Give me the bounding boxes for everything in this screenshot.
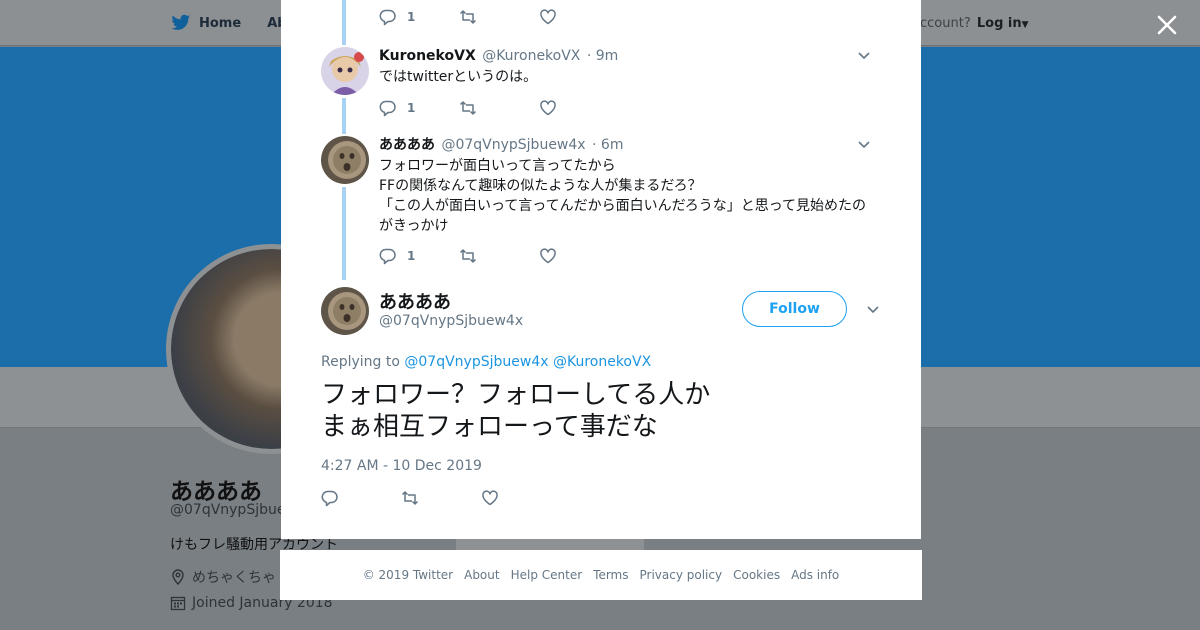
reply-count: 1	[407, 101, 416, 115]
reply-header: KuronekoVX @KuronekoVX · 9m	[379, 47, 879, 65]
retweet-button[interactable]	[459, 99, 539, 117]
tweet-actions: 1	[379, 246, 879, 266]
profile-location: めちゃくちゃ	[170, 567, 276, 587]
mention-link[interactable]: @KuronekoVX	[553, 354, 651, 370]
like-icon	[482, 490, 498, 506]
tweet-text: ではtwitterというのは。	[379, 67, 879, 87]
account-prompt: ccount? Log in▼	[920, 16, 1029, 31]
chevron-down-icon[interactable]	[857, 140, 871, 150]
footer-link-cookies[interactable]: Cookies	[733, 568, 780, 582]
like-icon	[540, 100, 556, 116]
reply-body: KuronekoVX @KuronekoVX · 9m ではtwitterという…	[379, 47, 879, 118]
user-name[interactable]: ああああ	[379, 288, 451, 314]
reply-icon	[379, 248, 396, 265]
like-button[interactable]	[539, 99, 619, 117]
retweet-icon	[401, 491, 419, 505]
user-name[interactable]: ああああ	[379, 137, 435, 153]
replying-to-label: Replying to	[321, 354, 400, 370]
twitter-bird-icon[interactable]	[171, 14, 191, 32]
like-icon	[540, 248, 556, 264]
reply-tweet[interactable]: KuronekoVX @KuronekoVX · 9m ではtwitterという…	[321, 47, 881, 127]
tweet-actions: 1	[379, 98, 879, 118]
tweet-text-line: がきっかけ	[379, 218, 449, 234]
calendar-icon	[170, 596, 186, 611]
follow-button[interactable]: Follow	[742, 291, 847, 327]
tweet-actions: 1	[379, 7, 619, 27]
user-handle[interactable]: @07qVnypSjbuew4x	[379, 313, 523, 329]
avatar[interactable]	[321, 136, 369, 184]
footer-link-help-center[interactable]: Help Center	[511, 568, 583, 582]
tweet-text-line: ではtwitterというのは。	[379, 69, 538, 85]
background-nav: Home Abo	[171, 14, 296, 32]
profile-location-text: めちゃくちゃ	[192, 570, 276, 586]
chevron-down-icon: ▼	[1021, 20, 1029, 30]
location-icon	[172, 569, 184, 585]
user-handle[interactable]: @KuronekoVX	[482, 48, 580, 64]
footer-link-ads-info[interactable]: Ads info	[791, 568, 839, 582]
tweet-text: フォロワーが面白いって言ってたから FFの関係なんて趣味の似たような人が集まるだ…	[379, 156, 879, 236]
reply-count: 1	[407, 10, 416, 24]
retweet-icon	[459, 249, 477, 263]
reply-count: 1	[407, 249, 416, 263]
profile-name: ああああ	[170, 479, 262, 505]
avatar[interactable]	[321, 287, 369, 335]
reply-button[interactable]	[321, 489, 401, 507]
reply-button[interactable]: 1	[379, 247, 459, 265]
reply-icon	[379, 100, 396, 117]
tweet-text-line: まぁ相互フォローって事だな	[321, 412, 658, 442]
reply-body: ああああ @07qVnypSjbuew4x · 6m フォロワーが面白いって言っ…	[379, 136, 879, 266]
modal-footer: © 2019 Twitter About Help Center Terms P…	[280, 550, 922, 600]
retweet-button[interactable]	[401, 489, 481, 507]
retweet-button[interactable]	[459, 8, 539, 26]
main-tweet-text: フォロワー？フォローしてる人か まぁ相互フォローって事だな	[321, 379, 710, 443]
like-button[interactable]	[539, 8, 619, 26]
tweet-text-line: フォロワーが面白いって言ってたから	[379, 158, 616, 174]
reply-tweet[interactable]: ああああ @07qVnypSjbuew4x · 6m フォロワーが面白いって言っ…	[321, 136, 881, 276]
tweet-time[interactable]: · 9m	[587, 48, 618, 64]
tweet-text-line: FFの関係なんて趣味の似たような人が集まるだろ？	[379, 178, 702, 194]
tweet-timestamp[interactable]: 4:27 AM - 10 Dec 2019	[321, 458, 482, 474]
reply-button[interactable]: 1	[379, 8, 459, 26]
avatar[interactable]	[321, 47, 369, 95]
tweet-actions	[321, 489, 561, 507]
replying-to: Replying to @07qVnypSjbuew4x @KuronekoVX	[321, 354, 651, 370]
reply-button[interactable]: 1	[379, 99, 459, 117]
tweet-time[interactable]: · 6m	[592, 137, 623, 153]
retweet-button[interactable]	[459, 247, 539, 265]
reply-icon	[321, 490, 338, 507]
chevron-down-icon[interactable]	[866, 305, 880, 315]
retweet-icon	[459, 101, 477, 115]
close-icon[interactable]	[1152, 10, 1182, 40]
retweet-icon	[459, 10, 477, 24]
login-link[interactable]: Log in	[977, 16, 1022, 31]
user-handle[interactable]: @07qVnypSjbuew4x	[441, 137, 585, 153]
like-button[interactable]	[539, 247, 619, 265]
reply-header: ああああ @07qVnypSjbuew4x · 6m	[379, 136, 879, 154]
tweet-text-line: 「この人が面白いって言ってんだから面白いんだろうな」と思って見始めたの	[379, 198, 867, 214]
user-name[interactable]: KuronekoVX	[379, 48, 476, 64]
copyright: © 2019 Twitter	[362, 568, 454, 582]
mention-link[interactable]: @07qVnypSjbuew4x	[404, 354, 548, 370]
account-prompt-text: ccount?	[920, 16, 971, 31]
like-icon	[540, 9, 556, 25]
profile-handle: @07qVnypSjbuew	[170, 502, 297, 518]
tweet-modal: 1 KuronekoVX @KuronekoVX · 9m ではtwitterと…	[281, 0, 921, 539]
footer-link-privacy-policy[interactable]: Privacy policy	[640, 568, 723, 582]
footer-link-terms[interactable]: Terms	[593, 568, 628, 582]
thread-line	[342, 0, 346, 45]
chevron-down-icon[interactable]	[857, 51, 871, 61]
nav-home-link[interactable]: Home	[199, 16, 241, 31]
reply-icon	[379, 9, 396, 26]
like-button[interactable]	[481, 489, 561, 507]
tweet-text-line: フォロワー？フォローしてる人か	[321, 380, 711, 410]
footer-link-about[interactable]: About	[464, 568, 499, 582]
